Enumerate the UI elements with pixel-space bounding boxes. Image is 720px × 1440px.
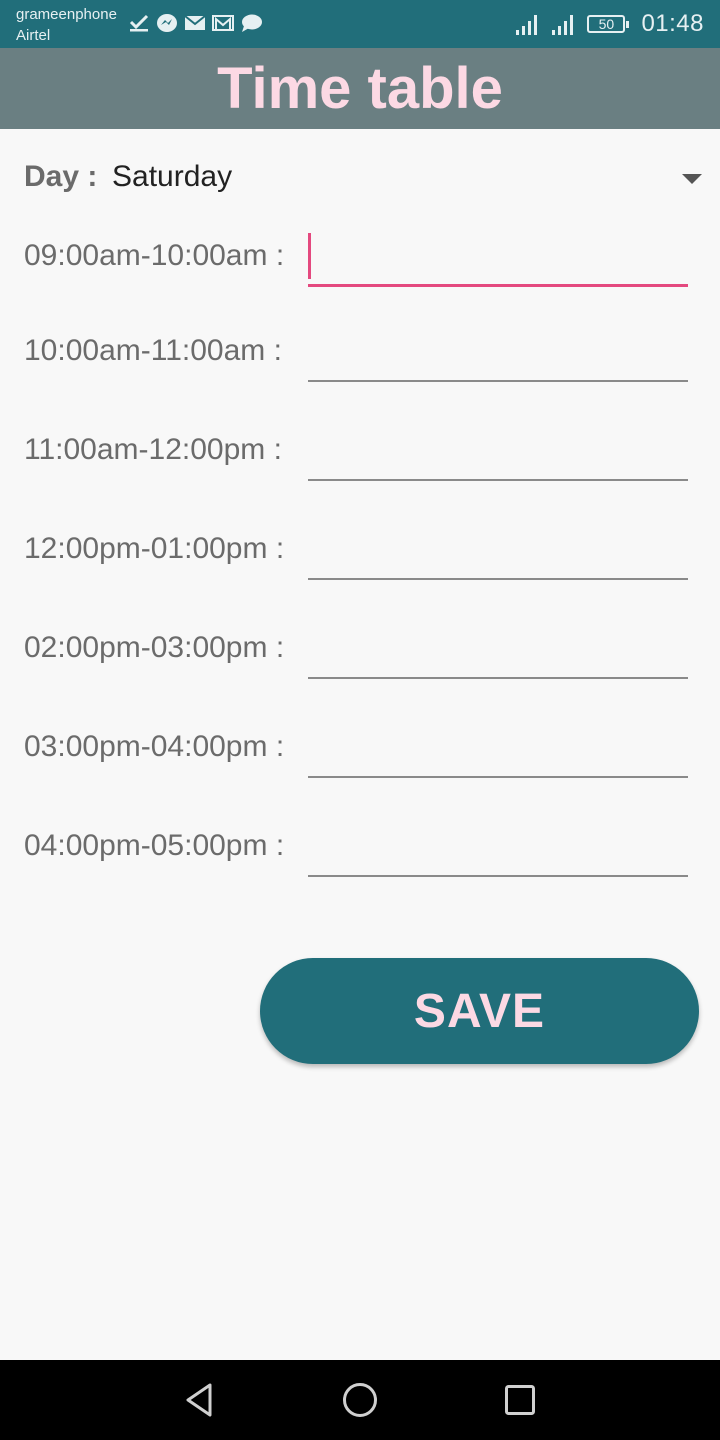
signal-icon xyxy=(515,12,541,36)
slot-row: 11:00am-12:00pm : xyxy=(24,423,688,483)
slot-label: 09:00am-10:00am : xyxy=(24,239,285,272)
save-button[interactable]: SAVE xyxy=(260,958,699,1064)
carrier-names: grameenphone Airtel xyxy=(16,4,117,46)
slot-input[interactable] xyxy=(308,229,688,287)
carrier-1: grameenphone xyxy=(16,6,117,23)
carrier-2: Airtel xyxy=(16,27,51,44)
navigation-bar xyxy=(0,1360,720,1440)
slot-label: 10:00am-11:00am : xyxy=(24,334,282,367)
slot-row: 10:00am-11:00am : xyxy=(24,324,688,384)
gmail-icon xyxy=(212,13,234,33)
page-title: Time table xyxy=(217,56,503,121)
slot-input[interactable] xyxy=(308,621,688,679)
back-icon[interactable] xyxy=(180,1380,220,1420)
text-cursor xyxy=(308,233,311,279)
mail-icon xyxy=(184,13,206,33)
slot-label: 12:00pm-01:00pm : xyxy=(24,532,285,565)
status-right: 50 01:48 xyxy=(515,10,704,38)
day-selector[interactable]: Day : Saturday xyxy=(24,156,704,200)
slot-input[interactable] xyxy=(308,522,688,580)
messenger-icon xyxy=(156,13,178,33)
status-bar: grameenphone Airtel 50 01:48 xyxy=(0,0,720,48)
day-value[interactable]: Saturday xyxy=(112,160,232,194)
dropdown-arrow-icon[interactable] xyxy=(682,174,702,184)
slot-row: 04:00pm-05:00pm : xyxy=(24,819,688,879)
slot-label: 02:00pm-03:00pm : xyxy=(24,631,285,664)
slot-row: 03:00pm-04:00pm : xyxy=(24,720,688,780)
slot-input[interactable] xyxy=(308,819,688,877)
slot-input[interactable] xyxy=(308,423,688,481)
slot-input[interactable] xyxy=(308,324,688,382)
signal-icon xyxy=(551,12,577,36)
slot-row: 09:00am-10:00am : xyxy=(24,229,688,289)
slot-label: 04:00pm-05:00pm : xyxy=(24,829,285,862)
day-label: Day : xyxy=(24,160,98,193)
chat-icon xyxy=(240,13,262,33)
notification-icons xyxy=(128,13,262,33)
slot-input[interactable] xyxy=(308,720,688,778)
clock: 01:48 xyxy=(641,10,704,37)
home-icon[interactable] xyxy=(340,1380,380,1420)
slot-label: 03:00pm-04:00pm : xyxy=(24,730,285,763)
slot-label: 11:00am-12:00pm : xyxy=(24,433,282,466)
title-bar: Time table xyxy=(0,48,720,129)
slot-row: 02:00pm-03:00pm : xyxy=(24,621,688,681)
battery-icon: 50 xyxy=(587,15,630,33)
slot-row: 12:00pm-01:00pm : xyxy=(24,522,688,582)
check-icon xyxy=(128,13,150,33)
recents-icon[interactable] xyxy=(500,1380,540,1420)
